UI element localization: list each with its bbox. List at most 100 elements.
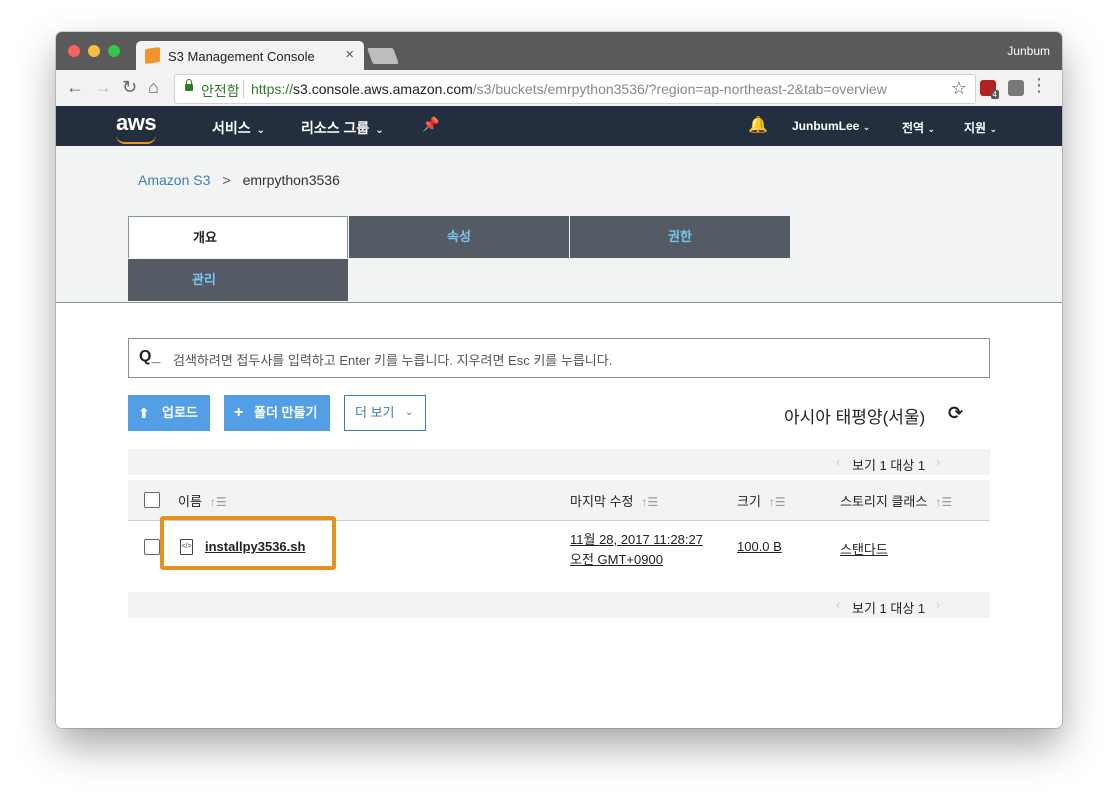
sort-icon: ↑☰	[641, 495, 659, 509]
search-placeholder: 검색하려면 접두사를 입력하고 Enter 키를 누릅니다. 지우려면 Esc …	[173, 353, 613, 368]
refresh-icon[interactable]: ⟳	[948, 403, 963, 424]
tab-management[interactable]: 관리	[128, 259, 348, 301]
forward-arrow-icon[interactable]: →	[94, 77, 112, 97]
breadcrumb: Amazon S3 > emrpython3536	[138, 172, 340, 188]
column-size[interactable]: 크기 ↑☰	[737, 491, 786, 510]
tab-title: S3 Management Console	[168, 49, 315, 64]
support-label: 지원	[964, 121, 987, 135]
highlight-annotation	[160, 516, 336, 570]
back-arrow-icon[interactable]: ←	[66, 77, 84, 97]
profile-name[interactable]: Junbum	[1007, 44, 1050, 58]
browser-toolbar: ← → ↻ ⌂ 안전함 https://s3.console.aws.amazo…	[56, 70, 1062, 107]
url-path: /s3/buckets/emrpython3536/?region=ap-nor…	[472, 81, 887, 97]
resource-groups-label: 리소스 그룹	[301, 120, 370, 136]
column-storage-class[interactable]: 스토리지 클래스 ↑☰	[840, 491, 952, 510]
select-all-checkbox[interactable]	[144, 492, 160, 508]
divider	[243, 80, 244, 98]
extension-icon[interactable]	[1008, 80, 1024, 96]
pager-bottom: ‹ 보기 1 대상 1 ›	[128, 592, 990, 618]
breadcrumb-current: emrpython3536	[242, 172, 340, 188]
aws-logo[interactable]: aws	[116, 110, 157, 136]
tab-overview[interactable]: 개요	[128, 216, 348, 258]
row-checkbox[interactable]	[144, 539, 160, 555]
ublock-extension-icon[interactable]: 4	[980, 80, 999, 99]
aws-cube-icon	[145, 46, 160, 65]
search-input[interactable]: Q_ 검색하려면 접두사를 입력하고 Enter 키를 누릅니다. 지우려면 E…	[128, 338, 990, 378]
new-tab-button[interactable]	[367, 48, 399, 64]
tab-properties[interactable]: 속성	[349, 216, 569, 258]
aws-smile-logo	[116, 135, 156, 144]
extension-badge: 4	[990, 90, 999, 99]
bucket-region: 아시아 태평양(서울)	[784, 408, 926, 427]
plus-icon: +	[234, 404, 244, 421]
browser-menu-icon[interactable]: ⋮	[1030, 76, 1048, 94]
upload-button[interactable]: ⬆ 업로드	[128, 395, 210, 431]
aws-navbar: aws 서비스 ⌄ 리소스 그룹 ⌄ 📌 🔔 JunbumLee ⌄ 전역 ⌄ 지원…	[56, 106, 1062, 146]
sort-icon: ↑☰	[935, 495, 953, 509]
sort-icon: ↑☰	[209, 495, 227, 509]
column-last-modified[interactable]: 마지막 수정 ↑☰	[570, 491, 658, 510]
region-menu[interactable]: 전역 ⌄	[902, 119, 935, 136]
chevron-down-icon: ⌄	[375, 125, 384, 136]
maximize-window-button[interactable]	[108, 45, 120, 57]
column-name[interactable]: 이름 ↑☰	[178, 491, 227, 510]
region-label: 전역	[902, 121, 925, 135]
more-label: 더 보기	[355, 405, 395, 420]
secure-label: 안전함	[201, 83, 240, 99]
url-text: https://s3.console.aws.amazon.com/s3/buc…	[251, 81, 887, 97]
pin-icon[interactable]: 📌	[422, 116, 439, 133]
upload-label: 업로드	[162, 405, 198, 420]
tab-permissions[interactable]: 권한	[570, 216, 790, 258]
prev-page-icon[interactable]: ‹	[836, 597, 840, 612]
row-storage-class[interactable]: 스탠다드	[840, 539, 888, 558]
column-size-label: 크기	[737, 494, 761, 509]
row-modified-line2: 오전 GMT+0900	[570, 552, 663, 567]
user-label: JunbumLee	[792, 119, 860, 133]
pager-text: 보기 1 대상 1	[852, 458, 926, 473]
reload-icon[interactable]: ↻	[122, 77, 137, 97]
column-storage-class-label: 스토리지 클래스	[840, 494, 928, 509]
minimize-window-button[interactable]	[88, 45, 100, 57]
tab-close-icon[interactable]: ×	[345, 46, 354, 63]
user-menu[interactable]: JunbumLee ⌄	[792, 119, 870, 133]
home-icon[interactable]: ⌂	[148, 77, 159, 97]
next-page-icon[interactable]: ›	[936, 454, 940, 469]
resource-groups-menu[interactable]: 리소스 그룹 ⌄	[301, 118, 384, 138]
tab-permissions-label: 권한	[668, 229, 692, 244]
create-folder-button[interactable]: + 폴더 만들기	[224, 395, 330, 431]
breadcrumb-separator: >	[222, 172, 231, 188]
bell-icon[interactable]: 🔔	[748, 115, 768, 135]
more-dropdown[interactable]: 더 보기 ⌄	[344, 395, 426, 431]
column-name-label: 이름	[178, 494, 202, 509]
search-icon: Q_	[139, 348, 161, 365]
bucket-header: Amazon S3 > emrpython3536 개요 속성 권한 관리	[56, 146, 1062, 303]
support-menu[interactable]: 지원 ⌄	[964, 119, 997, 136]
chevron-down-icon: ⌄	[256, 125, 266, 136]
table-header: 이름 ↑☰ 마지막 수정 ↑☰ 크기 ↑☰ 스토리지 클래스 ↑☰	[128, 480, 990, 521]
row-modified-line1: 11월 28, 2017 11:28:27	[570, 532, 703, 547]
address-bar[interactable]: 안전함 https://s3.console.aws.amazon.com/s3…	[174, 74, 976, 104]
prev-page-icon[interactable]: ‹	[836, 454, 840, 469]
services-menu[interactable]: 서비스 ⌄	[212, 118, 265, 138]
url-host: s3.console.aws.amazon.com	[293, 81, 473, 97]
lock-icon	[185, 79, 193, 91]
tab-management-label: 관리	[192, 272, 216, 287]
row-size: 100.0 B	[737, 539, 782, 554]
pager-top: ‹ 보기 1 대상 1 ›	[128, 449, 990, 475]
chevron-down-icon: ⌄	[405, 407, 414, 418]
sort-icon: ↑☰	[768, 495, 786, 509]
next-page-icon[interactable]: ›	[936, 597, 940, 612]
chevron-down-icon: ⌄	[989, 124, 997, 134]
url-scheme: https://	[251, 81, 294, 97]
browser-tab-bar: S3 Management Console × Junbum	[56, 32, 1062, 70]
close-window-button[interactable]	[68, 45, 80, 57]
browser-window: S3 Management Console × Junbum ← → ↻ ⌂ 안…	[56, 32, 1062, 728]
services-label: 서비스	[212, 120, 251, 136]
bookmark-star-icon[interactable]: ☆	[951, 78, 967, 99]
upload-icon: ⬆	[138, 405, 150, 421]
browser-tab[interactable]: S3 Management Console ×	[136, 41, 364, 70]
column-last-modified-label: 마지막 수정	[570, 494, 634, 509]
chevron-down-icon: ⌄	[862, 122, 871, 132]
breadcrumb-root-link[interactable]: Amazon S3	[138, 172, 210, 188]
tab-properties-label: 속성	[447, 229, 471, 244]
